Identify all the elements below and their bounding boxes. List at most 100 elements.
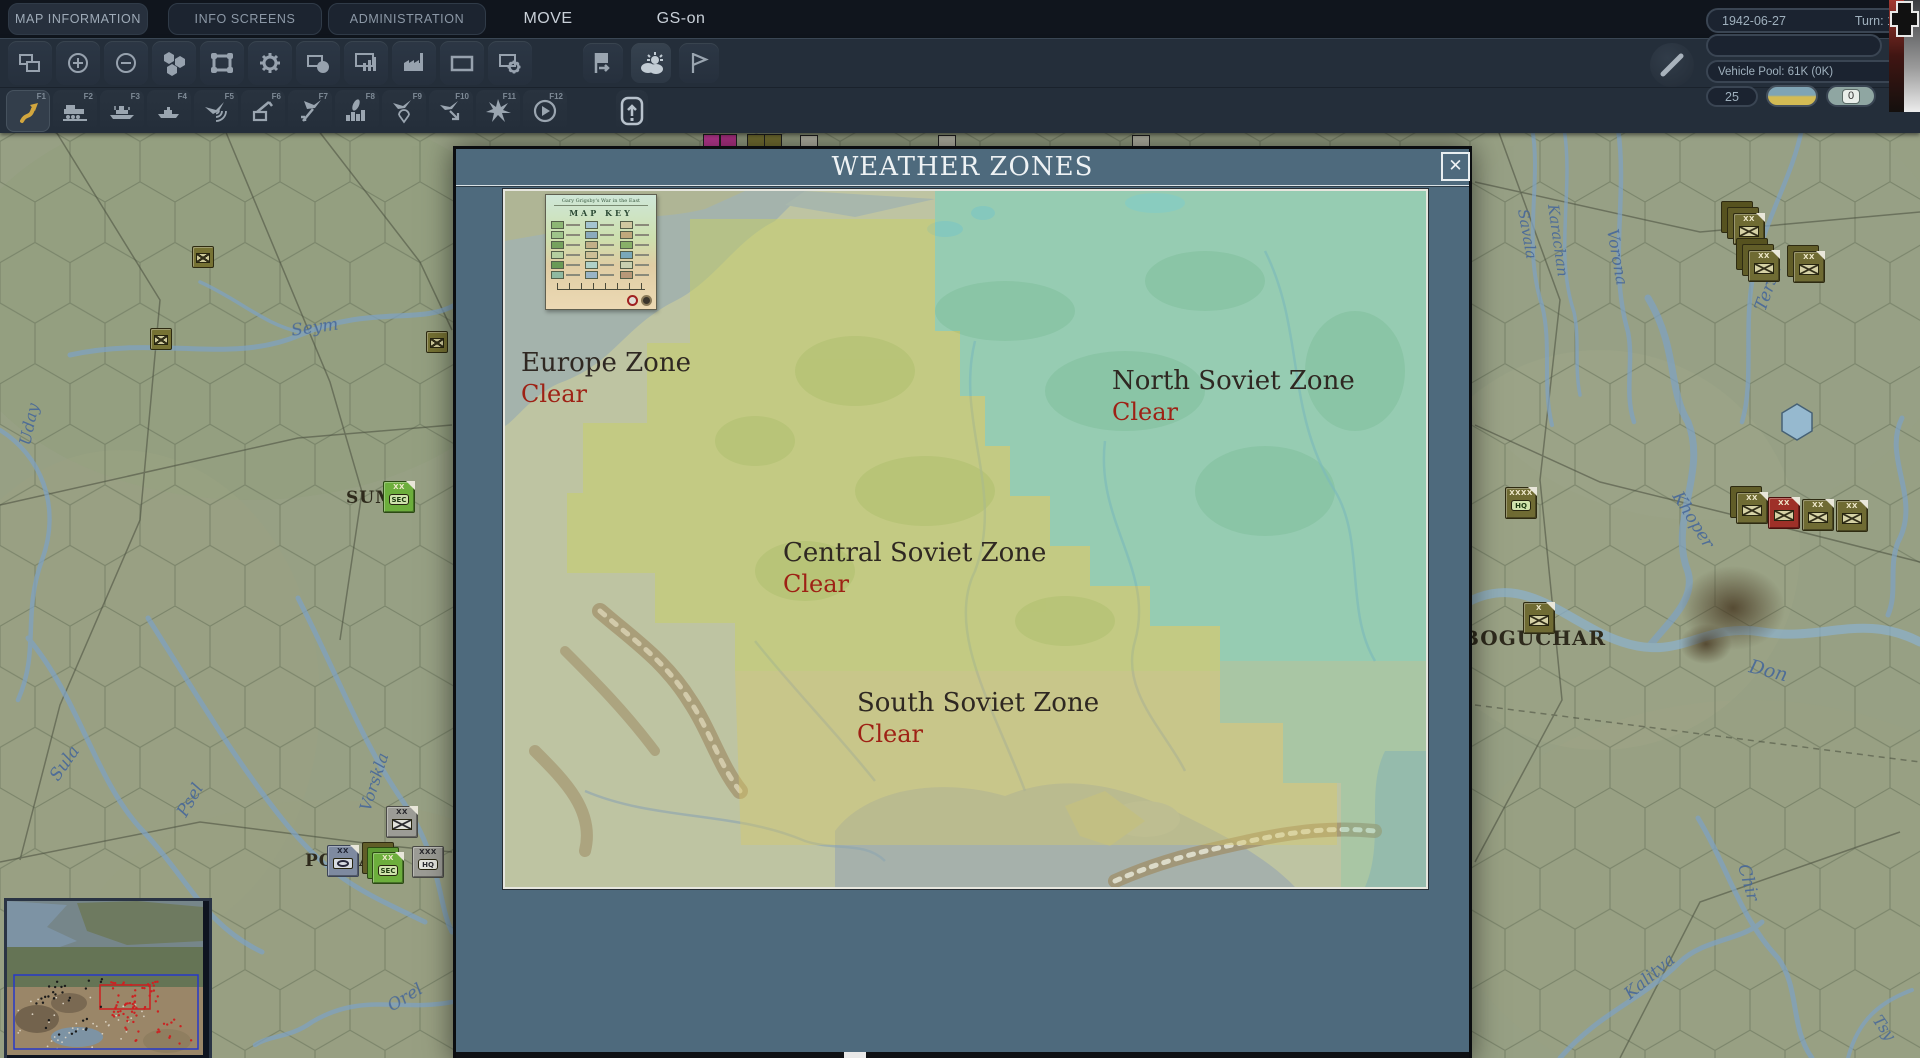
minimap[interactable] <box>4 898 212 1058</box>
terrain-toggle-button[interactable] <box>1766 85 1818 107</box>
german-cross-emblem <box>1889 0 1920 112</box>
hex-overlay-button[interactable] <box>152 41 196 85</box>
supply-depot-2[interactable] <box>150 328 172 350</box>
windows-icon <box>17 50 43 76</box>
infantry-symbol <box>1799 264 1819 275</box>
zone-condition: Clear <box>783 571 1046 598</box>
map-key-legend: Gary Grigsby's War in the East MAP KEY <box>545 194 657 310</box>
infantry-symbol <box>1754 263 1774 274</box>
menu-item-move[interactable]: MOVE <box>512 6 584 32</box>
infantry-symbol <box>1742 505 1762 516</box>
toolbar: F1 F2 F3 F4 F5 F6 F7 F8 F9 F10 <box>0 38 1920 133</box>
city-stats-button[interactable] <box>344 41 388 85</box>
infantry-symbol <box>1529 615 1549 626</box>
jump-window-button[interactable] <box>8 41 52 85</box>
settings-button[interactable] <box>248 41 292 85</box>
zoom-in-icon <box>65 50 91 76</box>
play-circle-icon <box>531 97 559 125</box>
recon-plane-icon <box>202 97 230 125</box>
rect-circle-icon <box>305 50 331 76</box>
gear-icon <box>257 50 283 76</box>
large-ship-icon <box>108 97 136 125</box>
tab-map-information[interactable]: MAP INFORMATION <box>8 3 148 35</box>
train-icon <box>61 97 89 125</box>
menu-bar: MAP INFORMATION INFO SCREENS ADMINISTRAT… <box>0 0 1920 38</box>
explosion-icon <box>484 97 512 125</box>
frame-select-button[interactable] <box>200 41 244 85</box>
airborne-drop-f9[interactable]: F9 <box>382 90 426 132</box>
zone-condition: Clear <box>857 721 1099 748</box>
bomb-city-f11[interactable]: F11 <box>476 90 520 132</box>
escalate-button[interactable] <box>616 90 648 132</box>
zone-label-europe: Europe Zone Clear <box>521 349 691 408</box>
dialog-title: WEATHER ZONES <box>456 149 1469 186</box>
flag-arrow-icon <box>590 50 616 76</box>
pencil-icon <box>1650 43 1694 87</box>
dialog-bottom-strip <box>456 1052 1469 1058</box>
end-turn-f12[interactable]: F12 <box>523 90 567 132</box>
crane-icon <box>249 97 277 125</box>
infantry-symbol <box>1774 510 1794 521</box>
movement-mode-f1[interactable]: F1 <box>6 90 50 132</box>
menu-item-gs-on[interactable]: GS-on <box>645 6 717 32</box>
delay-value-field[interactable]: 25 <box>1706 86 1758 107</box>
zone-condition: Clear <box>1112 399 1355 426</box>
zoom-out-icon <box>113 50 139 76</box>
weather-display-button[interactable] <box>631 43 671 83</box>
map-frame-button[interactable] <box>440 41 484 85</box>
close-button[interactable]: ✕ <box>1441 152 1470 181</box>
zone-label-central: Central Soviet Zone Clear <box>783 539 1046 598</box>
window-settings-button[interactable] <box>488 41 532 85</box>
sec-symbol: SEC <box>389 494 409 505</box>
infantry-symbol <box>392 819 412 830</box>
selection-frame-icon <box>209 50 235 76</box>
tab-administration[interactable]: ADMINISTRATION <box>328 3 486 35</box>
weather-map: Gary Grigsby's War in the East MAP KEY <box>503 189 1428 889</box>
flag-advance-button[interactable] <box>583 43 623 83</box>
amphibious-transport-f4[interactable]: F4 <box>147 90 191 132</box>
rail-transport-f2[interactable]: F2 <box>53 90 97 132</box>
air-recon-f5[interactable]: F5 <box>194 90 238 132</box>
supply-depot-1[interactable] <box>192 246 214 268</box>
factory-icon <box>401 50 427 76</box>
allied-badge <box>627 295 638 306</box>
victory-flags-button[interactable] <box>679 43 719 83</box>
hexes-icon <box>161 50 187 76</box>
game-date: 1942-06-27 <box>1722 14 1786 28</box>
counter-display-button[interactable]: 0 <box>1826 85 1876 107</box>
zoom-in-button[interactable] <box>56 41 100 85</box>
paradrop-icon <box>390 97 418 125</box>
ground-attack-f7[interactable]: F7 <box>288 90 332 132</box>
zone-condition: Clear <box>521 381 691 408</box>
bomb-city-icon <box>343 97 371 125</box>
factory-info-button[interactable] <box>392 41 436 85</box>
rect-gear-icon <box>497 50 523 76</box>
plane-bomb-icon <box>296 97 324 125</box>
dialog-bottom-notch <box>844 1052 866 1058</box>
air-transport-f10[interactable]: F10 <box>429 90 473 132</box>
vehicle-pool-display: Vehicle Pool: 61K (0K) <box>1706 60 1902 83</box>
strategic-bombing-f8[interactable]: F8 <box>335 90 379 132</box>
weather-zones-dialog: WEATHER ZONES ✕ <box>453 146 1472 1058</box>
weather-sun-cloud-icon <box>637 49 665 77</box>
air-transfer-f6[interactable]: F6 <box>241 90 285 132</box>
plane-arrow-icon <box>437 97 465 125</box>
chart-window-icon <box>353 50 379 76</box>
hq-symbol: HQ <box>1511 500 1531 511</box>
unit-shapes-button[interactable] <box>296 41 340 85</box>
hq-symbol: HQ <box>418 859 438 870</box>
naval-transport-f3[interactable]: F3 <box>100 90 144 132</box>
close-icon: ✕ <box>1448 156 1462 176</box>
date-turn-display: 1942-06-27 Turn: 1 <box>1706 8 1910 33</box>
zone-label-north: North Soviet Zone Clear <box>1112 367 1355 426</box>
tab-info-screens[interactable]: INFO SCREENS <box>168 3 322 35</box>
zoom-out-button[interactable] <box>104 41 148 85</box>
infantry-symbol <box>1842 513 1862 524</box>
message-display <box>1706 34 1882 57</box>
zone-label-south: South Soviet Zone Clear <box>857 689 1099 748</box>
axis-badge <box>641 295 652 306</box>
pennant-flag-icon <box>686 50 712 76</box>
supply-depot-3[interactable] <box>426 331 448 353</box>
up-arrow-icon <box>620 96 644 126</box>
edit-button[interactable] <box>1650 43 1694 87</box>
